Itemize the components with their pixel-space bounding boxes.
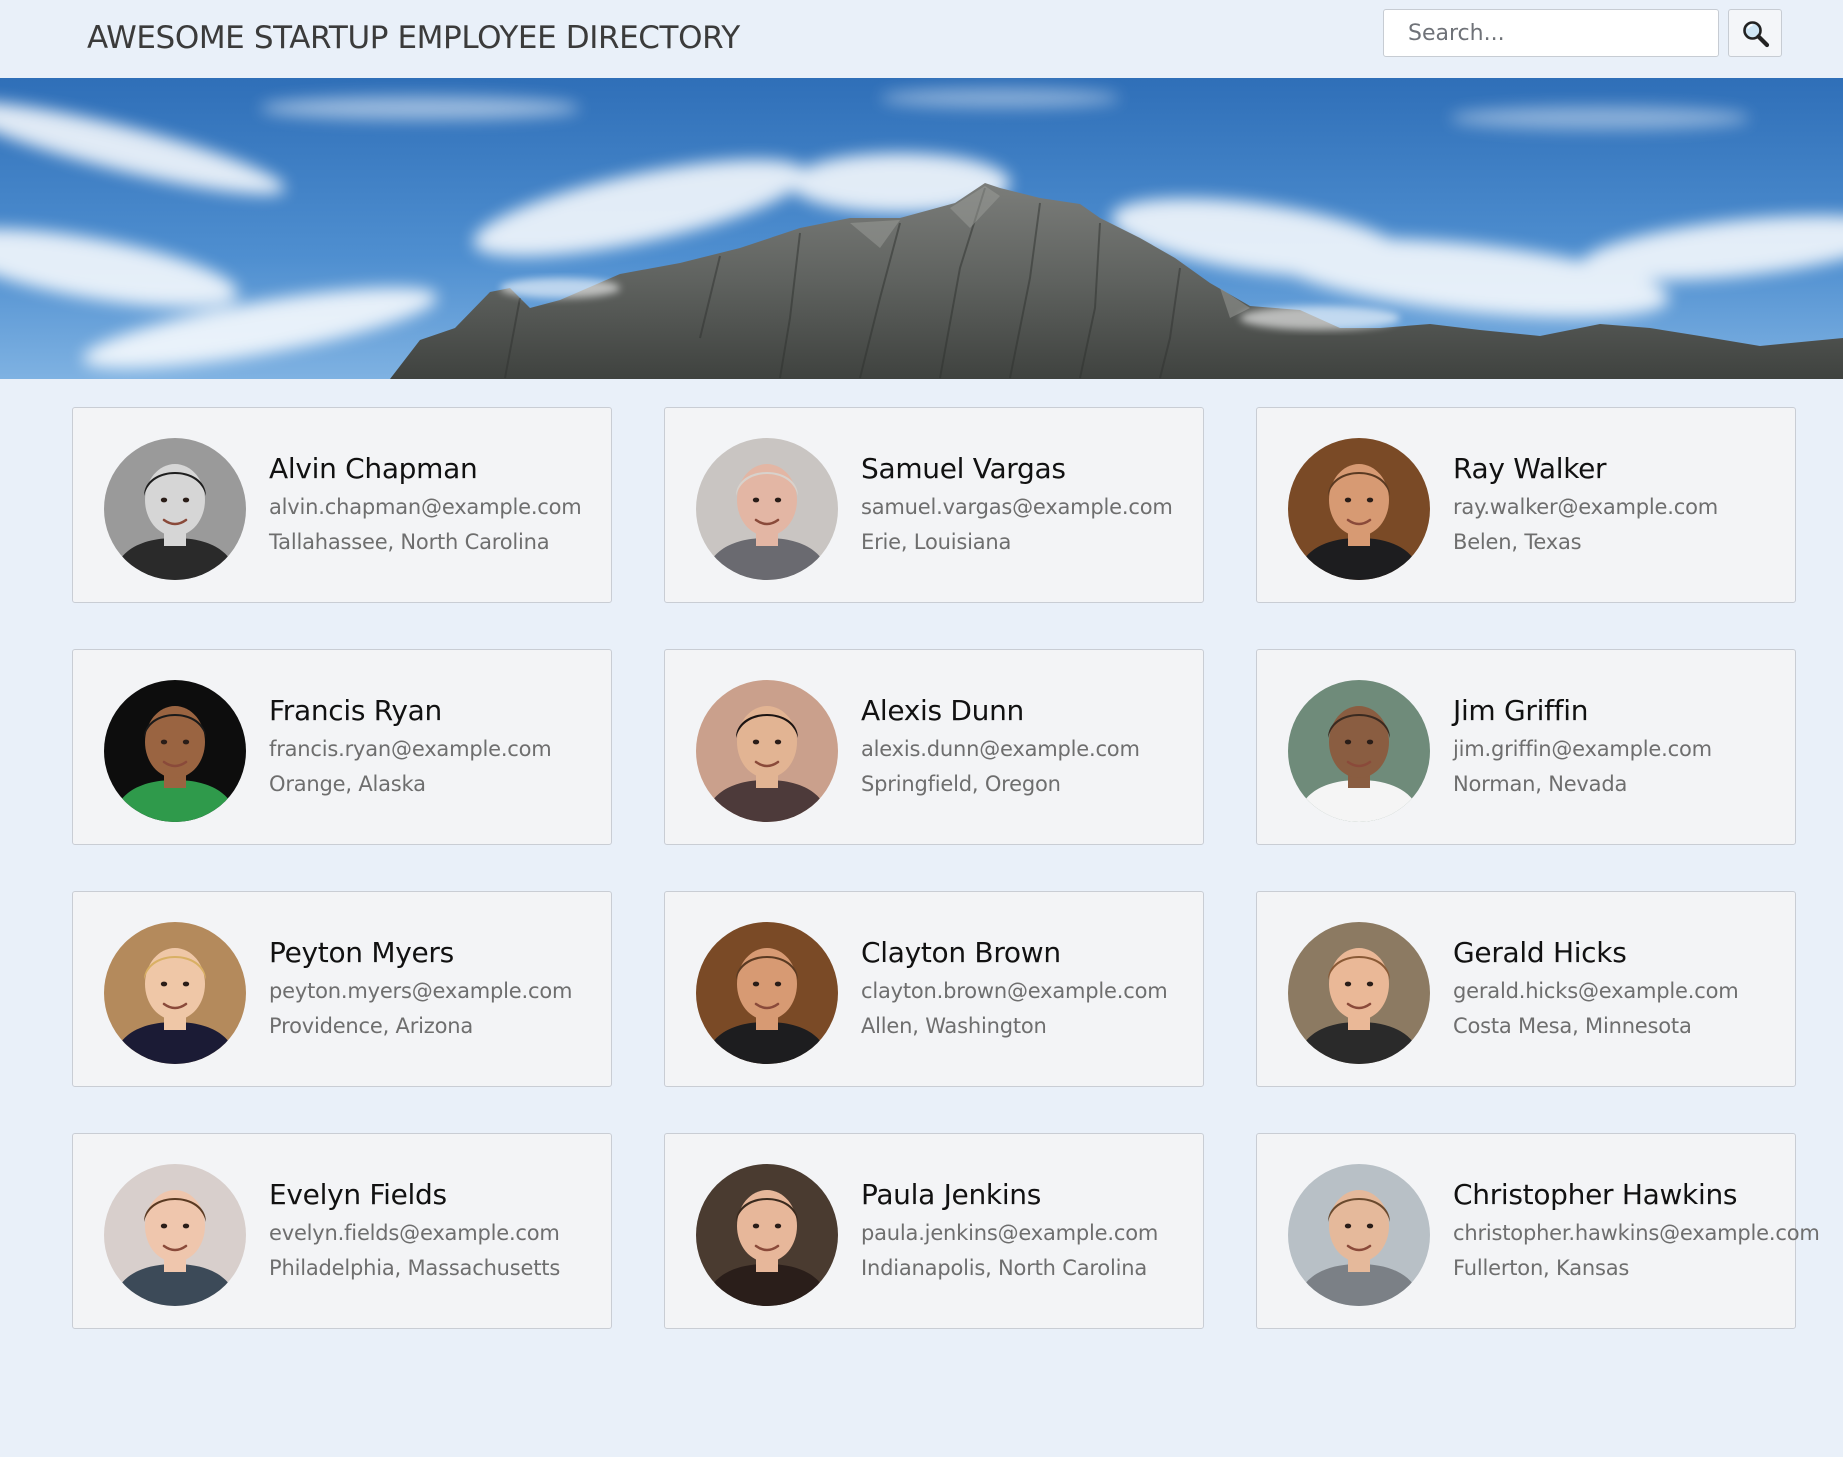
employee-avatar (104, 1164, 246, 1306)
employee-email: gerald.hicks@example.com (1453, 979, 1739, 1003)
employee-name: Jim Griffin (1453, 694, 1589, 727)
employee-location: Belen, Texas (1453, 530, 1582, 554)
employee-location: Fullerton, Kansas (1453, 1256, 1630, 1280)
magnifying-glass-icon (1743, 21, 1770, 48)
employee-card[interactable]: Gerald Hicks gerald.hicks@example.com Cost… (1256, 891, 1796, 1087)
employee-location: Tallahassee, North Carolina (269, 530, 550, 554)
employee-name: Paula Jenkins (861, 1178, 1042, 1211)
employee-avatar (1288, 438, 1430, 580)
employee-name: Gerald Hicks (1453, 936, 1627, 969)
employee-card[interactable]: Christopher Hawkins christopher.hawkins@e… (1256, 1133, 1820, 1329)
employee-card[interactable]: Jim Griffin jim.griffin@example.com Norman… (1256, 649, 1796, 845)
employee-location: Allen, Washington (861, 1014, 1047, 1038)
employee-card[interactable]: Alvin Chapman alvin.chapman@example.com Ta… (72, 407, 612, 603)
employee-card[interactable]: Samuel Vargas samuel.vargas@example.com Er… (664, 407, 1204, 603)
employee-email: alvin.chapman@example.com (269, 495, 582, 519)
employee-card[interactable]: Alexis Dunn alexis.dunn@example.com Spring… (664, 649, 1204, 845)
employee-avatar (696, 1164, 838, 1306)
employee-card[interactable]: Peyton Myers peyton.myers@example.com Prov… (72, 891, 612, 1087)
employee-email: francis.ryan@example.com (269, 737, 552, 761)
employee-name: Christopher Hawkins (1453, 1178, 1738, 1211)
employee-card[interactable]: Paula Jenkins paula.jenkins@example.com In… (664, 1133, 1204, 1329)
app-title: AWESOME STARTUP EMPLOYEE DIRECTORY (87, 20, 740, 56)
employee-name: Alexis Dunn (861, 694, 1025, 727)
employee-avatar (696, 922, 838, 1064)
employee-name: Samuel Vargas (861, 452, 1066, 485)
employee-email: peyton.myers@example.com (269, 979, 573, 1003)
employee-card[interactable]: Clayton Brown clayton.brown@example.com Al… (664, 891, 1204, 1087)
employee-location: Indianapolis, North Carolina (861, 1256, 1148, 1280)
employee-email: paula.jenkins@example.com (861, 1221, 1159, 1245)
employee-avatar (1288, 922, 1430, 1064)
employee-name: Alvin Chapman (269, 452, 478, 485)
employee-email: samuel.vargas@example.com (861, 495, 1173, 519)
employee-email: clayton.brown@example.com (861, 979, 1168, 1003)
employee-name: Clayton Brown (861, 936, 1061, 969)
employee-card[interactable]: Ray Walker ray.walker@example.com Belen, T… (1256, 407, 1796, 603)
employee-avatar (1288, 1164, 1430, 1306)
employee-card[interactable]: Evelyn Fields evelyn.fields@example.com Ph… (72, 1133, 612, 1329)
mountain-sky-banner (0, 78, 1843, 379)
employee-email: christopher.hawkins@example.com (1453, 1221, 1820, 1245)
employee-location: Providence, Arizona (269, 1014, 474, 1038)
employee-location: Orange, Alaska (269, 772, 426, 796)
search-button[interactable] (1728, 9, 1782, 57)
employee-location: Philadelphia, Massachusetts (269, 1256, 561, 1280)
employee-location: Norman, Nevada (1453, 772, 1628, 796)
employee-name: Peyton Myers (269, 936, 454, 969)
employee-card[interactable]: Francis Ryan francis.ryan@example.com Oran… (72, 649, 612, 845)
employee-location: Costa Mesa, Minnesota (1453, 1014, 1692, 1038)
employee-avatar (696, 680, 838, 822)
employee-avatar (696, 438, 838, 580)
employee-email: alexis.dunn@example.com (861, 737, 1140, 761)
employee-location: Springfield, Oregon (861, 772, 1061, 796)
employee-grid: Alvin Chapman alvin.chapman@example.com Ta… (72, 407, 1820, 1329)
employee-avatar (104, 680, 246, 822)
employee-email: jim.griffin@example.com (1453, 737, 1712, 761)
header-bar: AWESOME STARTUP EMPLOYEE DIRECTORY (0, 0, 1843, 78)
employee-name: Francis Ryan (269, 694, 442, 727)
employee-location: Erie, Louisiana (861, 530, 1012, 554)
employee-email: ray.walker@example.com (1453, 495, 1718, 519)
employee-name: Evelyn Fields (269, 1178, 447, 1211)
employee-name: Ray Walker (1453, 452, 1607, 485)
search-input[interactable] (1383, 9, 1719, 57)
employee-avatar (104, 438, 246, 580)
employee-avatar (1288, 680, 1430, 822)
employee-avatar (104, 922, 246, 1064)
employee-email: evelyn.fields@example.com (269, 1221, 560, 1245)
